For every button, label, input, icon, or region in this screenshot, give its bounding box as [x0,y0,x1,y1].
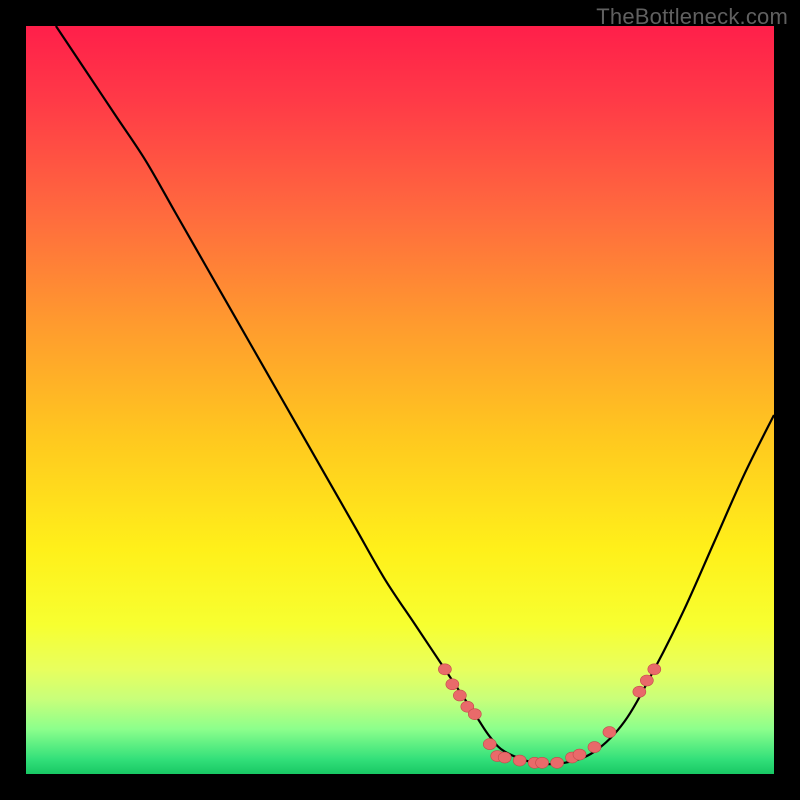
data-marker [446,679,459,690]
data-marker [603,727,616,738]
plot-area [26,26,774,774]
data-marker [513,755,526,766]
data-marker [640,675,653,686]
data-marker [498,752,511,763]
data-marker [648,664,661,675]
data-marker [573,749,586,760]
data-marker [438,664,451,675]
data-marker [468,709,481,720]
data-marker [483,739,496,750]
bottleneck-curve [56,26,774,764]
data-marker [536,757,549,768]
data-marker [551,757,564,768]
curve-svg [26,26,774,774]
data-marker [588,742,601,753]
data-marker [633,686,646,697]
data-marker [453,690,466,701]
chart-stage: TheBottleneck.com [0,0,800,800]
